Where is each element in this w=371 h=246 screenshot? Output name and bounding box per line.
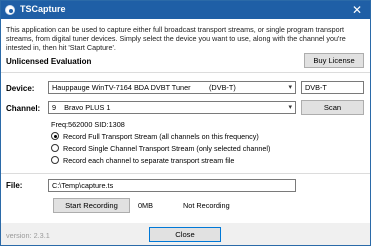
close-button[interactable]: Close [149,227,221,242]
radio-label: Record Full Transport Stream (all channe… [63,131,259,141]
divider [1,72,370,73]
start-recording-button[interactable]: Start Recording [53,198,130,213]
divider [1,173,370,174]
chevron-down-icon: ▾ [288,104,292,111]
close-window-button[interactable]: ✕ [350,2,364,18]
scan-button[interactable]: Scan [301,100,364,115]
channel-select[interactable]: 9 Bravo PLUS 1 ▾ [48,101,296,114]
radio-label: Record each channel to separate transpor… [63,155,235,165]
footer-bar: version: 2.3.1 Close [1,223,370,245]
device-name: Hauppauge WinTV-7164 BDA DVBT Tuner [52,83,191,92]
description-text: This application can be used to capture … [6,25,346,52]
radio-button[interactable] [51,156,59,164]
device-select[interactable]: Hauppauge WinTV-7164 BDA DVBT Tuner (DVB… [48,81,296,94]
chevron-down-icon: ▾ [288,84,292,91]
radio-label: Record Single Channel Transport Stream (… [63,143,271,153]
buy-license-button[interactable]: Buy License [304,53,364,68]
radio-button-checked[interactable] [51,132,59,140]
title-bar: TSCapture ✕ [1,1,370,19]
radio-button[interactable] [51,144,59,152]
radio-single-channel[interactable]: Record Single Channel Transport Stream (… [51,143,270,153]
channel-label: Channel: [6,104,41,113]
frequency-info: Freq:562000 SID:1308 [51,120,125,129]
file-path-input[interactable]: C:\Temp\capture.ts [48,179,296,192]
recording-status: Not Recording [183,201,230,210]
radio-full-ts[interactable]: Record Full Transport Stream (all channe… [51,131,259,141]
version-label: version: 2.3.1 [6,231,50,240]
window-title: TSCapture [20,4,66,14]
tscapture-window: TSCapture ✕ This application can be used… [0,0,371,246]
broadcast-icon [5,5,15,15]
file-label: File: [6,181,23,190]
radio-separate-files[interactable]: Record each channel to separate transpor… [51,155,234,165]
channel-name: 9 Bravo PLUS 1 [52,103,111,112]
device-label: Device: [6,84,35,93]
device-type-field[interactable]: DVB-T [301,81,364,94]
license-status-label: Unlicensed Evaluation [6,57,92,66]
device-type-in-combo: (DVB-T) [209,83,236,92]
recording-size: 0MB [138,201,154,210]
